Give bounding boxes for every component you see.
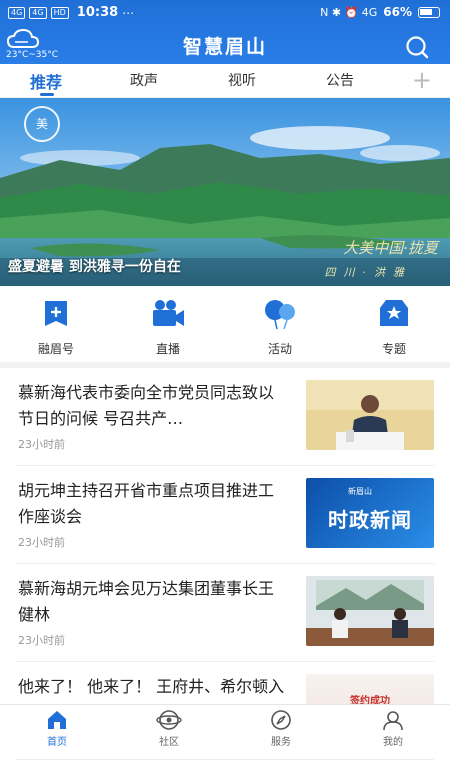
tab-notice[interactable]: 公告 <box>326 70 354 90</box>
news-title: 慕新海胡元坤会见万达集团董事长王健林 <box>18 579 275 624</box>
tab-recommend[interactable]: 推荐 <box>30 69 62 93</box>
news-time: 23小时前 <box>18 438 65 451</box>
status-bar: 4G 4G HD 10:38 ⋯ N ✱ ⏰ 4G 66% <box>0 0 450 26</box>
banner-calligraphy: 大美中国·拢夏 <box>343 239 438 257</box>
search-icon[interactable] <box>404 34 430 60</box>
status-more: ⋯ <box>122 5 135 20</box>
tabbar-community[interactable]: 社区 <box>134 709 204 748</box>
community-icon <box>156 710 182 730</box>
news-thumbnail <box>306 576 434 646</box>
news-list: 慕新海代表市委向全市党员同志致以节日的问候 号召共产… 23小时前 胡元坤主持召… <box>0 368 450 760</box>
shortcut-label: 融眉号 <box>37 342 74 356</box>
video-camera-icon <box>153 300 184 326</box>
tabbar-service[interactable]: 服务 <box>246 709 316 748</box>
news-time: 23小时前 <box>18 634 65 647</box>
compass-icon <box>271 710 291 730</box>
news-item[interactable]: 慕新海胡元坤会见万达集团董事长王健林 23小时前 <box>16 564 434 662</box>
active-tab-indicator <box>40 93 54 96</box>
thumb-label: 时政新闻 <box>328 508 412 532</box>
tabbar-label: 社区 <box>159 737 179 748</box>
shortcut-label: 直播 <box>155 342 180 356</box>
shortcut-topics[interactable]: 专题 <box>354 298 434 357</box>
add-doc-icon <box>45 301 67 326</box>
signal-badge-2: 4G <box>29 6 47 19</box>
tabbar-label: 首页 <box>47 737 67 748</box>
banner-caption: 盛夏避暑 到洪雅寻一份自在 <box>8 259 181 275</box>
balloon-icon <box>265 300 295 330</box>
tabbar-me[interactable]: 我的 <box>358 709 428 748</box>
user-icon <box>383 711 403 731</box>
status-icons: N ✱ ⏰ 4G <box>320 5 378 19</box>
thumb-small-label: 新眉山 <box>348 487 372 496</box>
battery-icon <box>418 6 440 18</box>
channel-tabs: 推荐 政声 视听 公告 + <box>0 64 450 98</box>
news-thumbnail: 新眉山 时政新闻 <box>306 478 434 548</box>
shortcut-label: 活动 <box>267 342 292 356</box>
hd-badge: HD <box>50 6 69 19</box>
shortcut-rongmei[interactable]: 融眉号 <box>16 298 96 357</box>
news-item[interactable]: 慕新海代表市委向全市党员同志致以节日的问候 号召共产… 23小时前 <box>16 368 434 466</box>
shortcut-live[interactable]: 直播 <box>128 298 208 357</box>
bottom-tab-bar: 首页 社区 服务 我的 <box>0 704 450 750</box>
banner-logo: 美 <box>24 106 60 142</box>
status-time: 10:38 <box>76 5 119 20</box>
news-item[interactable]: 胡元坤主持召开省市重点项目推进工作座谈会 23小时前 新眉山 时政新闻 <box>16 466 434 564</box>
banner-calligraphy-sub: 四川·洪雅 <box>324 266 412 279</box>
badge-icon <box>380 300 408 326</box>
tab-video[interactable]: 视听 <box>228 70 256 90</box>
hero-banner[interactable]: 美 大美中国·拢夏 四川·洪雅 盛夏避暑 到洪雅寻一份自在 <box>0 98 450 286</box>
shortcut-label: 专题 <box>381 342 406 356</box>
tabbar-home[interactable]: 首页 <box>22 709 92 748</box>
shortcut-activity[interactable]: 活动 <box>240 298 320 357</box>
add-channel-button[interactable]: + <box>412 66 432 94</box>
news-title: 胡元坤主持召开省市重点项目推进工作座谈会 <box>18 481 275 526</box>
news-thumbnail <box>306 380 434 450</box>
tabbar-label: 服务 <box>271 737 291 748</box>
shortcut-row: 融眉号 直播 活动 专题 <box>0 286 450 362</box>
home-icon <box>48 711 66 729</box>
tabbar-label: 我的 <box>383 737 403 748</box>
battery-percent: 66% <box>383 5 412 19</box>
news-title: 慕新海代表市委向全市党员同志致以节日的问候 号召共产… <box>18 383 275 428</box>
tab-politics[interactable]: 政声 <box>130 70 158 90</box>
app-title: 智慧眉山 <box>182 36 267 58</box>
app-header: 4G 4G HD 10:38 ⋯ N ✱ ⏰ 4G 66% 23°C~35°C … <box>0 0 450 64</box>
news-time: 23小时前 <box>18 536 65 549</box>
signal-badge-1: 4G <box>8 6 26 19</box>
